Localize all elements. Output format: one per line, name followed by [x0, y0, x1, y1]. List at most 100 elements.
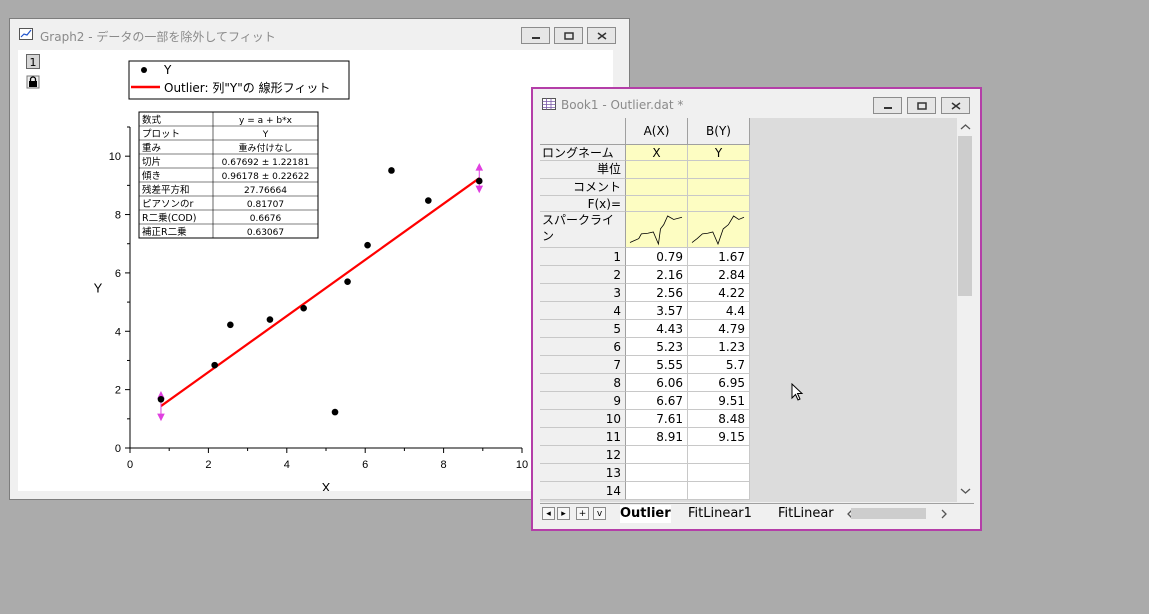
cell-b[interactable] — [688, 464, 750, 482]
cell-b[interactable]: 5.7 — [688, 356, 750, 374]
tab-fitlinear1[interactable]: FitLinear1 — [688, 505, 752, 523]
graph-page[interactable]: 0 2 4 6 8 10 0 2 4 6 8 10 X Y Y Outlier: 列"Y"の 線形フィット 数式… — [18, 50, 613, 495]
book-minimize-button[interactable] — [873, 97, 902, 114]
data-point[interactable] — [300, 304, 307, 312]
row-number[interactable]: 4 — [540, 302, 626, 320]
cell-a[interactable]: 2.16 — [626, 266, 688, 284]
row-number[interactable]: 12 — [540, 446, 626, 464]
cell-a[interactable]: 8.91 — [626, 428, 688, 446]
meta-cell[interactable] — [688, 212, 750, 248]
cell-b[interactable]: 9.15 — [688, 428, 750, 446]
workbook-window[interactable]: Book1 - Outlier.dat * A(X) B(Y) ロングネーム X Y… — [531, 87, 982, 531]
cell-b[interactable] — [688, 446, 750, 464]
cell-a[interactable]: 6.67 — [626, 392, 688, 410]
meta-cell[interactable] — [626, 161, 688, 179]
data-point[interactable] — [364, 241, 371, 249]
data-point[interactable] — [475, 177, 483, 185]
meta-cell[interactable] — [626, 212, 688, 248]
row-number[interactable]: 8 — [540, 374, 626, 392]
legend-line-label: Outlier: 列"Y"の 線形フィット — [164, 80, 330, 95]
cell-a[interactable] — [626, 446, 688, 464]
cell-a[interactable]: 2.56 — [626, 284, 688, 302]
corner-cell[interactable] — [540, 118, 626, 145]
data-point[interactable] — [344, 278, 351, 285]
cell-b[interactable]: 8.48 — [688, 410, 750, 428]
cell-b[interactable] — [688, 482, 750, 500]
cell-b[interactable]: 4.4 — [688, 302, 750, 320]
meta-row-label[interactable]: ロングネーム — [540, 145, 626, 161]
meta-cell[interactable] — [626, 196, 688, 212]
minimize-button[interactable] — [521, 27, 550, 44]
row-number[interactable]: 9 — [540, 392, 626, 410]
meta-cell[interactable] — [688, 196, 750, 212]
cell-b[interactable]: 1.67 — [688, 248, 750, 266]
meta-cell[interactable] — [626, 179, 688, 196]
row-number[interactable]: 2 — [540, 266, 626, 284]
book-close-button[interactable] — [941, 97, 970, 114]
layer-1-button[interactable]: 1 — [26, 54, 40, 69]
cell-a[interactable] — [626, 464, 688, 482]
worksheet-grid[interactable]: A(X) B(Y) ロングネーム X Y 単位 コメント F(x)= スパークライン 1 0.7… — [540, 118, 957, 502]
close-button[interactable] — [587, 27, 616, 44]
hscroll-right-icon[interactable] — [939, 507, 949, 521]
minimize-icon — [883, 106, 892, 109]
cell-b[interactable]: 9.51 — [688, 392, 750, 410]
data-point[interactable] — [266, 316, 274, 323]
meta-row-label[interactable]: スパークライン — [540, 212, 626, 248]
book-titlebar[interactable]: Book1 - Outlier.dat * — [533, 89, 980, 119]
meta-cell[interactable]: X — [626, 145, 688, 161]
cell-b[interactable]: 4.79 — [688, 320, 750, 338]
cell-a[interactable]: 3.57 — [626, 302, 688, 320]
data-point[interactable] — [331, 408, 339, 416]
cell-a[interactable]: 0.79 — [626, 248, 688, 266]
add-sheet-button[interactable]: + — [576, 507, 589, 520]
sheet-list-button[interactable]: v — [593, 507, 606, 520]
meta-row-label[interactable]: 単位 — [540, 161, 626, 179]
scroll-down-icon[interactable] — [957, 484, 974, 498]
row-number[interactable]: 13 — [540, 464, 626, 482]
restore-button[interactable] — [554, 27, 583, 44]
table-value-cell: 重み付けなし — [238, 142, 292, 154]
cell-a[interactable]: 6.06 — [626, 374, 688, 392]
row-number[interactable]: 6 — [540, 338, 626, 356]
cell-b[interactable]: 4.22 — [688, 284, 750, 302]
data-point[interactable] — [425, 197, 432, 204]
data-point[interactable] — [227, 321, 234, 329]
meta-cell[interactable] — [688, 179, 750, 196]
cell-b[interactable]: 2.84 — [688, 266, 750, 284]
column-header-b[interactable]: B(Y) — [688, 118, 750, 145]
meta-cell[interactable] — [688, 161, 750, 179]
tab-outlier[interactable]: Outlier — [620, 505, 671, 523]
cell-a[interactable] — [626, 482, 688, 500]
row-number[interactable]: 3 — [540, 284, 626, 302]
data-point[interactable] — [211, 361, 218, 369]
row-number[interactable]: 5 — [540, 320, 626, 338]
data-point[interactable] — [157, 395, 165, 403]
tab-prev-button[interactable]: ◂ — [542, 507, 555, 520]
graph-titlebar[interactable]: Graph2 - データの一部を除外してフィット — [10, 19, 629, 49]
row-number[interactable]: 11 — [540, 428, 626, 446]
meta-cell[interactable]: Y — [688, 145, 750, 161]
horizontal-scroll-thumb[interactable] — [851, 508, 926, 519]
tab-fitlinear[interactable]: FitLinear — [778, 505, 834, 523]
cell-b[interactable]: 6.95 — [688, 374, 750, 392]
scroll-up-icon[interactable] — [957, 120, 974, 134]
vertical-scroll-thumb[interactable] — [958, 136, 972, 296]
book-restore-button[interactable] — [907, 97, 936, 114]
meta-row-label[interactable]: F(x)= — [540, 196, 626, 212]
cell-a[interactable]: 7.61 — [626, 410, 688, 428]
cell-a[interactable]: 4.43 — [626, 320, 688, 338]
meta-row-label[interactable]: コメント — [540, 179, 626, 196]
data-point[interactable] — [388, 167, 395, 174]
row-number[interactable]: 1 — [540, 248, 626, 266]
lock-icon[interactable] — [26, 75, 40, 89]
row-number[interactable]: 10 — [540, 410, 626, 428]
cell-b[interactable]: 1.23 — [688, 338, 750, 356]
row-number[interactable]: 7 — [540, 356, 626, 374]
tab-next-button[interactable]: ▸ — [557, 507, 570, 520]
row-number[interactable]: 14 — [540, 482, 626, 500]
scatter-plot[interactable]: 0 2 4 6 8 10 0 2 4 6 8 10 X Y Y Outlier: 列"Y"の 線形フィット数式… — [18, 50, 613, 495]
column-header-a[interactable]: A(X) — [626, 118, 688, 145]
cell-a[interactable]: 5.23 — [626, 338, 688, 356]
cell-a[interactable]: 5.55 — [626, 356, 688, 374]
